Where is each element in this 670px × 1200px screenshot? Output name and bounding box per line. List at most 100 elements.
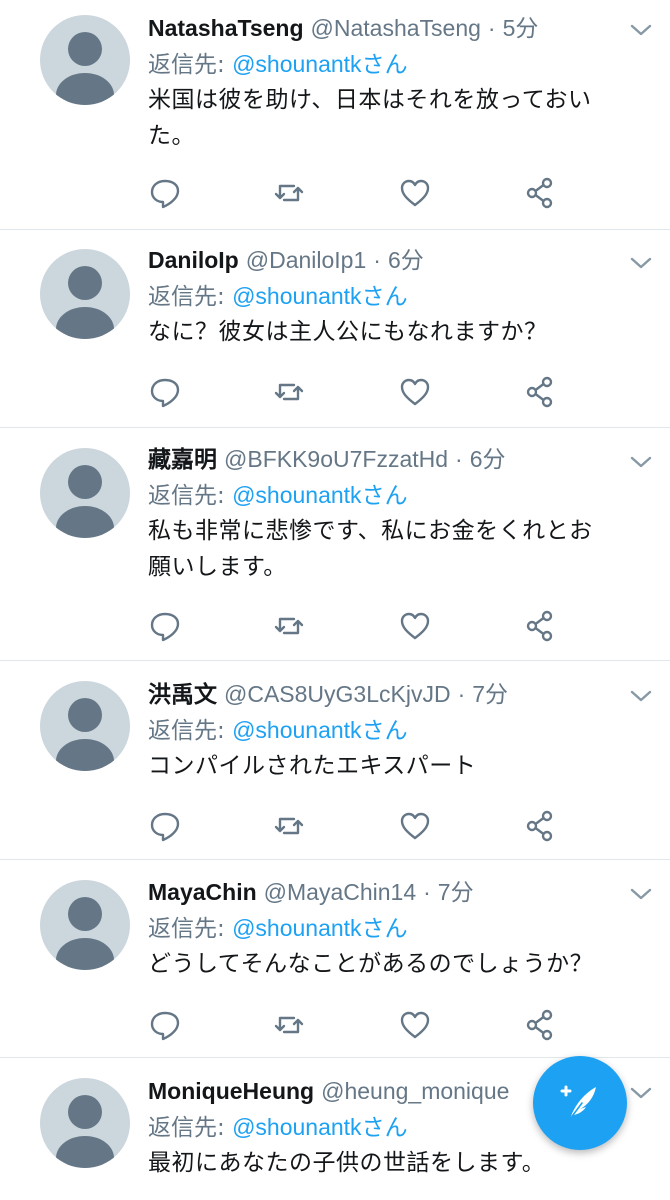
avatar[interactable]	[40, 249, 130, 339]
compose-tweet-button[interactable]	[533, 1056, 627, 1150]
reply-prefix: 返信先:	[148, 483, 225, 509]
tweet-text-line: 米国は彼を助け、日本はそれを放っておい	[148, 87, 592, 113]
reply-mention-link[interactable]: @shounantk	[232, 717, 362, 743]
chevron-down-icon[interactable]	[630, 454, 652, 470]
tweet[interactable]: NatashaTseng @NatashaTseng · 5分 返信先: @sh…	[0, 0, 670, 230]
share-icon[interactable]	[523, 1008, 557, 1042]
reply-icon[interactable]	[148, 375, 182, 409]
chevron-down-icon[interactable]	[630, 886, 652, 902]
avatar[interactable]	[40, 681, 130, 771]
tweet[interactable]: MayaChin @MayaChin14 · 7分 返信先: @shounant…	[0, 860, 670, 1058]
reply-prefix: 返信先:	[148, 718, 225, 744]
share-icon[interactable]	[523, 176, 557, 210]
timestamp[interactable]: 6分	[388, 247, 424, 273]
display-name[interactable]: MayaChin	[148, 879, 257, 905]
retweet-icon[interactable]	[272, 1008, 306, 1042]
display-name[interactable]: MoniqueHeung	[148, 1078, 314, 1104]
separator-dot: ·	[457, 681, 466, 707]
tweet-text: なに？彼女は主人公にもなれますか？	[148, 314, 650, 350]
reply-mention-suffix[interactable]: さん	[362, 52, 408, 78]
heart-icon[interactable]	[398, 809, 432, 843]
chevron-down-icon[interactable]	[630, 1085, 652, 1101]
reply-prefix: 返信先:	[148, 52, 225, 78]
user-handle[interactable]: @MayaChin14	[264, 879, 416, 905]
reply-context: 返信先: @shounantkさん	[148, 46, 650, 82]
reply-context: 返信先: @shounantkさん	[148, 477, 650, 513]
chevron-down-icon[interactable]	[630, 688, 652, 704]
reply-mention-link[interactable]: @shounantk	[232, 915, 362, 941]
reply-mention-suffix[interactable]: さん	[362, 718, 408, 744]
reply-mention-suffix[interactable]: さん	[362, 483, 408, 509]
reply-mention-link[interactable]: @shounantk	[232, 51, 362, 77]
reply-mention-suffix[interactable]: さん	[362, 1115, 408, 1141]
reply-icon[interactable]	[148, 609, 182, 643]
heart-icon[interactable]	[398, 1008, 432, 1042]
user-handle[interactable]: @NatashaTseng	[311, 15, 481, 41]
tweet-text: コンパイルされたエキスパート	[148, 748, 650, 784]
tweet-header: 洪禹文 @CAS8UyG3LcKjvJD · 7分	[148, 676, 650, 712]
timestamp[interactable]: 5分	[503, 15, 539, 41]
avatar[interactable]	[40, 1078, 130, 1168]
tweet-text-line: なに？彼女は主人公にもなれますか？	[148, 319, 548, 345]
heart-icon[interactable]	[398, 176, 432, 210]
user-handle[interactable]: @DaniloIp1	[246, 247, 367, 273]
tweet-text: どうしてそんなことがあるのでしょうか？	[148, 946, 650, 982]
separator-dot: ·	[487, 15, 496, 41]
compose-tweet-icon	[560, 1085, 596, 1120]
user-handle[interactable]: @CAS8UyG3LcKjvJD	[224, 681, 451, 707]
tweet-text-line: た。	[148, 123, 195, 149]
heart-icon[interactable]	[398, 609, 432, 643]
reply-mention-link[interactable]: @shounantk	[232, 482, 362, 508]
tweet-header: NatashaTseng @NatashaTseng · 5分	[148, 10, 650, 46]
avatar[interactable]	[40, 15, 130, 105]
chevron-down-icon[interactable]	[630, 22, 652, 38]
tweet-text-line: どうしてそんなことがあるのでしょうか？	[148, 951, 594, 977]
reply-prefix: 返信先:	[148, 284, 225, 310]
reply-mention-suffix[interactable]: さん	[362, 284, 408, 310]
retweet-icon[interactable]	[272, 809, 306, 843]
chevron-down-icon[interactable]	[630, 255, 652, 271]
tweet-header: 藏嘉明 @BFKK9oU7FzzatHd · 6分	[148, 441, 650, 477]
reply-context: 返信先: @shounantkさん	[148, 910, 650, 946]
timestamp[interactable]: 6分	[470, 446, 506, 472]
display-name[interactable]: NatashaTseng	[148, 15, 304, 41]
tweet-text: 最初にあなたの子供の世話をします。	[148, 1145, 650, 1181]
tweet-text-line: 最初にあなたの子供の世話をします。	[148, 1150, 546, 1176]
tweet[interactable]: 洪禹文 @CAS8UyG3LcKjvJD · 7分 返信先: @shounant…	[0, 661, 670, 860]
separator-dot: ·	[423, 879, 431, 905]
retweet-icon[interactable]	[272, 609, 306, 643]
separator-dot: ·	[373, 247, 381, 273]
avatar[interactable]	[40, 448, 130, 538]
tweet[interactable]: DaniloIp @DaniloIp1 · 6分 返信先: @shounantk…	[0, 230, 670, 428]
share-icon[interactable]	[523, 375, 557, 409]
tweet[interactable]: 藏嘉明 @BFKK9oU7FzzatHd · 6分 返信先: @shounant…	[0, 428, 670, 661]
timestamp[interactable]: 7分	[438, 879, 474, 905]
display-name[interactable]: 洪禹文	[148, 681, 217, 707]
reply-icon[interactable]	[148, 809, 182, 843]
share-icon[interactable]	[523, 809, 557, 843]
reply-context: 返信先: @shounantkさん	[148, 712, 650, 748]
display-name[interactable]: DaniloIp	[148, 247, 239, 273]
separator-dot: ·	[455, 446, 463, 472]
reply-mention-suffix[interactable]: さん	[362, 916, 408, 942]
display-name[interactable]: 藏嘉明	[148, 446, 217, 472]
avatar[interactable]	[40, 880, 130, 970]
reply-icon[interactable]	[148, 176, 182, 210]
user-handle[interactable]: @heung_monique	[321, 1078, 509, 1104]
retweet-icon[interactable]	[272, 375, 306, 409]
reply-icon[interactable]	[148, 1008, 182, 1042]
tweet-header: MayaChin @MayaChin14 · 7分	[148, 874, 650, 910]
tweet-text: 私も非常に悲惨です、私にお金をくれとお 願いします。	[148, 513, 650, 585]
share-icon[interactable]	[523, 609, 557, 643]
tweet-header: DaniloIp @DaniloIp1 · 6分	[148, 242, 650, 278]
heart-icon[interactable]	[398, 375, 432, 409]
retweet-icon[interactable]	[272, 176, 306, 210]
tweet-actions	[148, 375, 568, 409]
user-handle[interactable]: @BFKK9oU7FzzatHd	[224, 446, 448, 472]
timestamp[interactable]: 7分	[472, 681, 508, 707]
tweet-text-line: 私も非常に悲惨です、私にお金をくれとお	[148, 518, 593, 544]
reply-mention-link[interactable]: @shounantk	[232, 283, 362, 309]
reply-prefix: 返信先:	[148, 1115, 225, 1141]
tweet-text-line: コンパイルされたエキスパート	[148, 753, 477, 779]
reply-mention-link[interactable]: @shounantk	[232, 1114, 362, 1140]
